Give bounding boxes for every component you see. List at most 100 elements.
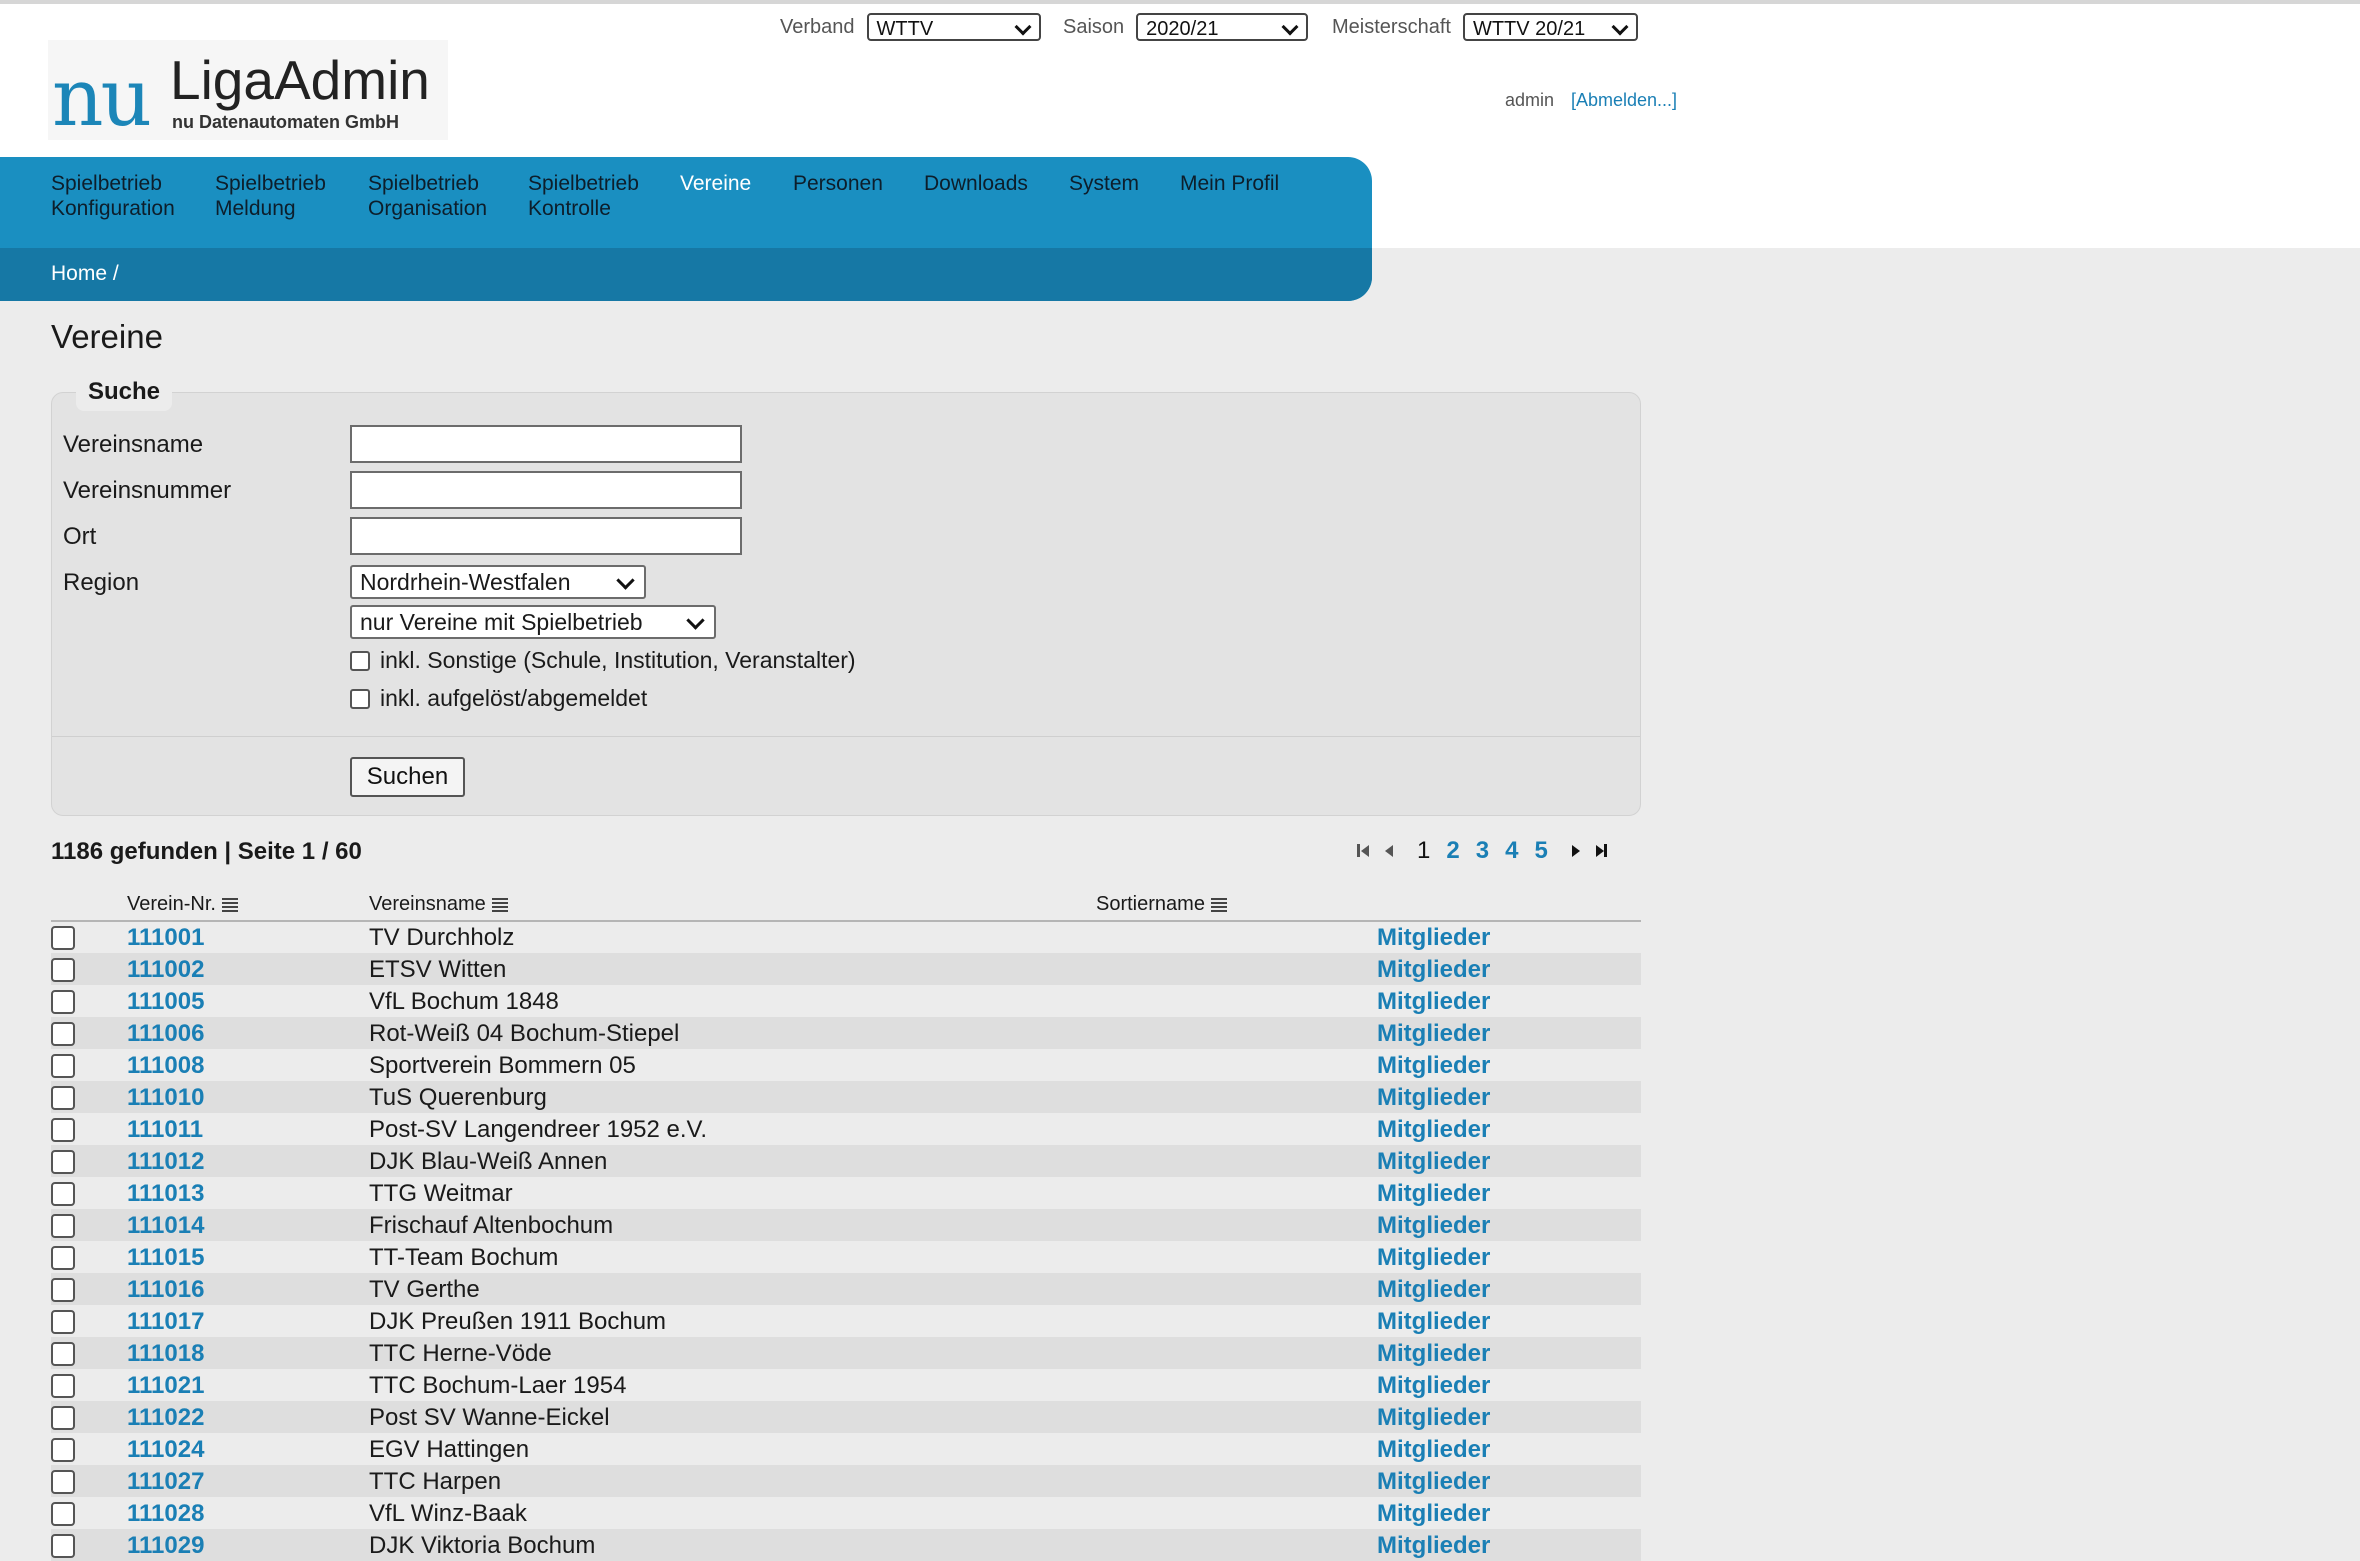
row-checkbox[interactable] bbox=[51, 1502, 75, 1526]
search-button[interactable]: Suchen bbox=[350, 757, 465, 797]
verein-nr-link[interactable]: 111018 bbox=[127, 1340, 204, 1368]
mitglieder-link[interactable]: Mitglieder bbox=[1377, 1148, 1490, 1176]
row-checkbox[interactable] bbox=[51, 1118, 75, 1142]
pagination: 1 2 3 4 5 bbox=[1357, 836, 1622, 866]
row-checkbox[interactable] bbox=[51, 1246, 75, 1270]
nav-item-personen[interactable]: Personen bbox=[793, 171, 883, 196]
row-checkbox[interactable] bbox=[51, 1214, 75, 1238]
nav-item-mein-profil[interactable]: Mein Profil bbox=[1180, 171, 1279, 196]
verein-nr-link[interactable]: 111008 bbox=[127, 1052, 204, 1080]
row-checkbox[interactable] bbox=[51, 1182, 75, 1206]
mitglieder-link[interactable]: Mitglieder bbox=[1377, 1276, 1490, 1304]
verein-nr-link[interactable]: 111002 bbox=[127, 956, 204, 984]
sort-icon[interactable] bbox=[491, 897, 508, 912]
row-checkbox[interactable] bbox=[51, 1022, 75, 1046]
vereinsname-input[interactable] bbox=[350, 425, 742, 463]
mitglieder-link[interactable]: Mitglieder bbox=[1377, 1436, 1490, 1464]
verein-nr-link[interactable]: 111027 bbox=[127, 1468, 204, 1496]
verein-nr-link[interactable]: 111013 bbox=[127, 1180, 204, 1208]
row-checkbox[interactable] bbox=[51, 1054, 75, 1078]
verein-nr-link[interactable]: 111014 bbox=[127, 1212, 204, 1240]
nav-item-spielbetrieb-organisation[interactable]: Spielbetrieb Organisation bbox=[368, 171, 487, 221]
mitglieder-link[interactable]: Mitglieder bbox=[1377, 1340, 1490, 1368]
mitglieder-link[interactable]: Mitglieder bbox=[1377, 1116, 1490, 1144]
nav-item-spielbetrieb-kontrolle[interactable]: Spielbetrieb Kontrolle bbox=[528, 171, 639, 221]
verein-nr-link[interactable]: 111022 bbox=[127, 1404, 204, 1432]
verein-nr-link[interactable]: 111005 bbox=[127, 988, 204, 1016]
nav-item-spielbetrieb-konfiguration[interactable]: Spielbetrieb Konfiguration bbox=[51, 171, 175, 221]
row-checkbox[interactable] bbox=[51, 990, 75, 1014]
nav-item-downloads[interactable]: Downloads bbox=[924, 171, 1028, 196]
table-row: 111015 TT-Team Bochum Mitglieder bbox=[51, 1241, 1641, 1273]
sonstige-checkbox[interactable] bbox=[350, 650, 370, 671]
spielbetrieb-filter-select[interactable]: nur Vereine mit Spielbetrieb bbox=[350, 605, 716, 639]
mitglieder-link[interactable]: Mitglieder bbox=[1377, 1532, 1490, 1560]
verein-nr-link[interactable]: 111006 bbox=[127, 1020, 204, 1048]
row-checkbox[interactable] bbox=[51, 1150, 75, 1174]
col-verein-nr[interactable]: Verein-Nr. bbox=[127, 893, 238, 916]
verein-nr-link[interactable]: 111001 bbox=[127, 924, 204, 952]
mitglieder-link[interactable]: Mitglieder bbox=[1377, 1468, 1490, 1496]
sort-icon[interactable] bbox=[1210, 897, 1227, 912]
nav-item-vereine[interactable]: Vereine bbox=[680, 171, 751, 196]
verein-nr-link[interactable]: 111017 bbox=[127, 1308, 204, 1336]
mitglieder-link[interactable]: Mitglieder bbox=[1377, 1212, 1490, 1240]
mitglieder-link[interactable]: Mitglieder bbox=[1377, 1308, 1490, 1336]
mitglieder-link[interactable]: Mitglieder bbox=[1377, 1500, 1490, 1528]
page-3[interactable]: 3 bbox=[1476, 837, 1489, 865]
mitglieder-link[interactable]: Mitglieder bbox=[1377, 988, 1490, 1016]
page-2[interactable]: 2 bbox=[1446, 837, 1459, 865]
meisterschaft-select[interactable]: WTTV 20/21 bbox=[1462, 13, 1638, 41]
row-checkbox[interactable] bbox=[51, 1086, 75, 1110]
page-5[interactable]: 5 bbox=[1534, 837, 1547, 865]
aufgeloest-checkbox[interactable] bbox=[350, 688, 370, 709]
row-checkbox[interactable] bbox=[51, 1470, 75, 1494]
breadcrumb-home[interactable]: Home / bbox=[51, 262, 119, 286]
last-page-icon[interactable] bbox=[1595, 843, 1608, 859]
row-checkbox[interactable] bbox=[51, 1342, 75, 1366]
verein-nr-link[interactable]: 111021 bbox=[127, 1372, 204, 1400]
verein-nr-link[interactable]: 111028 bbox=[127, 1500, 204, 1528]
verein-nr-link[interactable]: 111029 bbox=[127, 1532, 204, 1560]
nuliga-logo[interactable]: nu LigaAdmin nu Datenautomaten GmbH bbox=[48, 40, 448, 140]
verein-nr-link[interactable]: 111012 bbox=[127, 1148, 204, 1176]
row-checkbox[interactable] bbox=[51, 926, 75, 950]
next-page-icon[interactable] bbox=[1570, 843, 1582, 859]
mitglieder-link[interactable]: Mitglieder bbox=[1377, 1244, 1490, 1272]
row-checkbox[interactable] bbox=[51, 1278, 75, 1302]
row-checkbox[interactable] bbox=[51, 1534, 75, 1558]
col-sortiername[interactable]: Sortiername bbox=[1096, 893, 1227, 916]
row-checkbox[interactable] bbox=[51, 1374, 75, 1398]
verein-nr-link[interactable]: 111010 bbox=[127, 1084, 204, 1112]
mitglieder-link[interactable]: Mitglieder bbox=[1377, 1404, 1490, 1432]
page-4[interactable]: 4 bbox=[1505, 837, 1518, 865]
nav-item-spielbetrieb-meldung[interactable]: Spielbetrieb Meldung bbox=[215, 171, 326, 221]
vereinsname-cell: TTC Bochum-Laer 1954 bbox=[369, 1372, 627, 1399]
sort-icon[interactable] bbox=[221, 897, 238, 912]
mitglieder-link[interactable]: Mitglieder bbox=[1377, 1052, 1490, 1080]
logout-link[interactable]: [Abmelden...] bbox=[1571, 90, 1677, 111]
verband-select[interactable]: WTTV bbox=[866, 13, 1041, 41]
row-checkbox[interactable] bbox=[51, 958, 75, 982]
mitglieder-link[interactable]: Mitglieder bbox=[1377, 1084, 1490, 1112]
verein-nr-link[interactable]: 111024 bbox=[127, 1436, 204, 1464]
mitglieder-link[interactable]: Mitglieder bbox=[1377, 924, 1490, 952]
verein-nr-link[interactable]: 111011 bbox=[127, 1116, 203, 1144]
row-checkbox[interactable] bbox=[51, 1438, 75, 1462]
mitglieder-link[interactable]: Mitglieder bbox=[1377, 1372, 1490, 1400]
row-checkbox[interactable] bbox=[51, 1310, 75, 1334]
mitglieder-link[interactable]: Mitglieder bbox=[1377, 956, 1490, 984]
mitglieder-link[interactable]: Mitglieder bbox=[1377, 1180, 1490, 1208]
mitglieder-link[interactable]: Mitglieder bbox=[1377, 1020, 1490, 1048]
verein-nr-link[interactable]: 111015 bbox=[127, 1244, 204, 1272]
row-checkbox[interactable] bbox=[51, 1406, 75, 1430]
verein-nr-link[interactable]: 111016 bbox=[127, 1276, 204, 1304]
nav-item-system[interactable]: System bbox=[1069, 171, 1139, 196]
region-select[interactable]: Nordrhein-Westfalen bbox=[350, 565, 646, 599]
vereinsnummer-input[interactable] bbox=[350, 471, 742, 509]
col-vereinsname[interactable]: Vereinsname bbox=[369, 893, 508, 916]
saison-select[interactable]: 2020/21 bbox=[1136, 13, 1309, 41]
previous-page-icon[interactable] bbox=[1383, 843, 1395, 859]
first-page-icon[interactable] bbox=[1357, 843, 1369, 859]
ort-input[interactable] bbox=[350, 517, 742, 555]
